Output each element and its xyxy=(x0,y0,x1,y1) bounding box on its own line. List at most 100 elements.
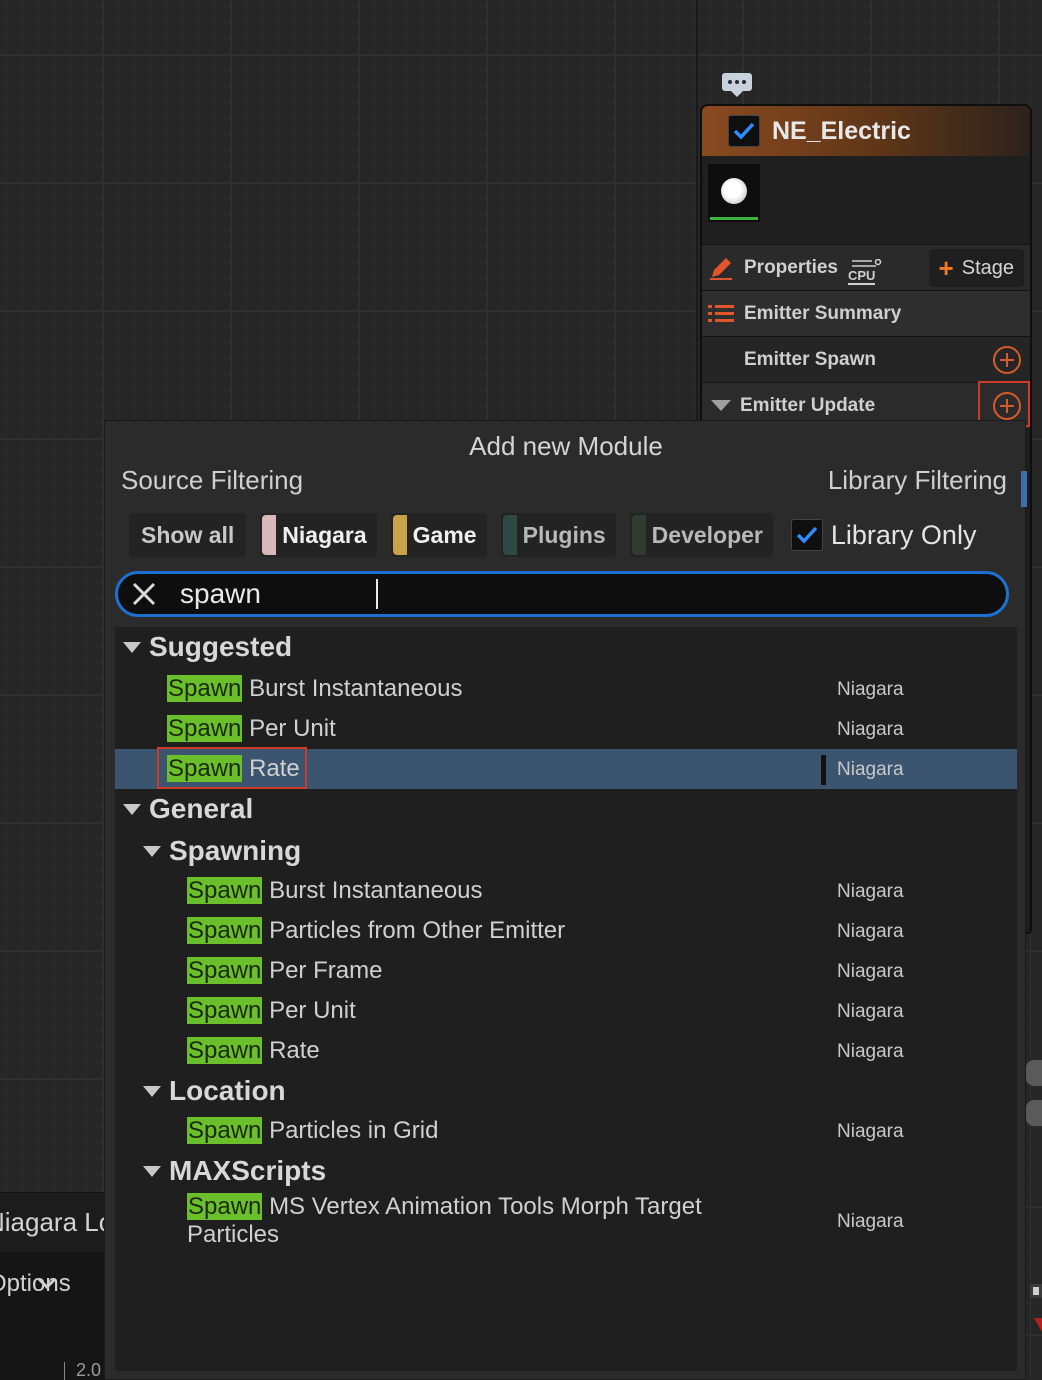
category-spawning[interactable]: Spawning xyxy=(143,831,301,871)
item-source: Niagara xyxy=(837,1121,904,1142)
clear-search-icon[interactable] xyxy=(118,581,170,607)
category-maxscripts-label: MAXScripts xyxy=(169,1155,327,1186)
properties-row[interactable]: Properties CPU + Stage xyxy=(702,244,1030,290)
list-item[interactable]: Spawn Per Unit Niagara xyxy=(115,709,1017,749)
module-list: Suggested Spawn Burst Instantaneous Niag… xyxy=(115,627,1017,1371)
search-input[interactable] xyxy=(180,578,880,610)
emitter-node-header[interactable]: NE_Electric xyxy=(702,106,1030,156)
library-only-toggle[interactable]: Library Only xyxy=(790,519,977,551)
item-source: Niagara xyxy=(837,1211,904,1232)
add-stage-button[interactable]: + Stage xyxy=(928,249,1024,287)
niagara-log-tab[interactable]: Niagara Log xyxy=(0,1192,110,1252)
item-source: Niagara xyxy=(837,881,904,902)
match-highlight: Spawn xyxy=(187,917,263,944)
list-item[interactable]: Spawn Per Frame Niagara xyxy=(115,951,1017,991)
emitter-thumbnail[interactable] xyxy=(708,164,760,222)
filter-game-label: Game xyxy=(412,521,477,548)
category-suggested-label: Suggested xyxy=(149,631,293,662)
match-highlight: Spawn xyxy=(187,1037,263,1064)
add-stage-label: Stage xyxy=(961,256,1014,279)
library-filtering-label: Library Filtering xyxy=(827,465,1007,495)
item-source: Niagara xyxy=(837,759,904,780)
category-location-label: Location xyxy=(169,1075,286,1106)
right-edge-red-marker xyxy=(1034,1318,1042,1332)
emitter-summary-row[interactable]: Emitter Summary xyxy=(702,290,1030,336)
emitter-summary-label: Emitter Summary xyxy=(744,302,902,324)
add-module-spawn-icon[interactable] xyxy=(992,345,1022,375)
right-edge-marker xyxy=(1030,1284,1042,1298)
add-module-popup: Add new Module Source Filtering Library … xyxy=(104,420,1027,1380)
timeline-tick xyxy=(64,1362,65,1380)
filter-show-all-label: Show all xyxy=(141,521,235,548)
item-name: Burst Instantaneous xyxy=(269,877,483,904)
category-location[interactable]: Location xyxy=(143,1071,286,1111)
popup-title: Add new Module xyxy=(469,431,663,461)
item-name: Burst Instantaneous xyxy=(249,675,463,702)
bottom-toolbar: Options 2.0 xyxy=(0,1252,110,1380)
source-divider xyxy=(821,755,826,785)
emitter-name: NE_Electric xyxy=(772,116,911,145)
comment-bubble-icon[interactable] xyxy=(721,72,753,98)
library-only-label: Library Only xyxy=(830,519,977,550)
filter-game-toggle[interactable]: Game xyxy=(390,513,487,557)
expand-triangle-icon xyxy=(143,1165,161,1177)
search-box[interactable] xyxy=(115,571,1009,617)
category-spawning-label: Spawning xyxy=(169,835,302,866)
category-general[interactable]: General xyxy=(123,789,253,829)
item-name: MS Vertex Animation Tools Morph Target P… xyxy=(187,1193,702,1248)
category-general-label: General xyxy=(149,793,254,824)
selection-highlight-box xyxy=(157,747,307,789)
match-highlight: Spawn xyxy=(167,675,243,702)
item-name: Per Unit xyxy=(249,715,336,742)
checkmark-icon xyxy=(796,526,818,544)
graph-divider xyxy=(696,0,698,420)
emitter-spawn-row[interactable]: Emitter Spawn xyxy=(702,336,1030,382)
list-item[interactable]: Spawn Burst Instantaneous Niagara xyxy=(115,871,1017,911)
list-item[interactable]: Spawn Burst Instantaneous Niagara xyxy=(115,669,1017,709)
filter-developer-swatch xyxy=(631,515,646,555)
filter-niagara-label: Niagara xyxy=(282,521,367,548)
filter-show-all-button[interactable]: Show all xyxy=(129,513,247,557)
category-maxscripts[interactable]: MAXScripts xyxy=(143,1151,326,1191)
pencil-icon xyxy=(706,255,736,281)
list-item-selected[interactable]: Spawn Rate Niagara xyxy=(115,747,1017,789)
filter-niagara-toggle[interactable]: Niagara xyxy=(260,513,377,557)
list-item[interactable]: Spawn Rate Niagara xyxy=(115,1031,1017,1071)
cpu-badge-label: CPU xyxy=(847,268,876,285)
expand-triangle-icon xyxy=(123,641,141,653)
filter-niagara-swatch xyxy=(262,515,277,555)
collapse-triangle-icon[interactable] xyxy=(710,399,732,413)
filter-plugins-toggle[interactable]: Plugins xyxy=(500,513,616,557)
chevron-down-icon xyxy=(37,1277,57,1290)
filter-developer-label: Developer xyxy=(651,521,763,548)
item-source: Niagara xyxy=(837,921,904,942)
cpu-sim-icon: CPU xyxy=(847,259,882,285)
emitter-update-label: Emitter Update xyxy=(740,394,876,416)
niagara-log-tab-label: Niagara Log xyxy=(0,1207,110,1237)
library-only-checkbox[interactable] xyxy=(790,519,823,551)
emitter-spawn-label: Emitter Spawn xyxy=(744,348,876,370)
expand-triangle-icon xyxy=(143,1085,161,1097)
list-item[interactable]: Spawn Per Unit Niagara xyxy=(115,991,1017,1031)
item-name: Per Frame xyxy=(269,957,383,984)
list-item[interactable]: Spawn Particles in Grid Niagara xyxy=(115,1111,1017,1151)
options-dropdown[interactable]: Options xyxy=(0,1270,83,1298)
scroll-accent xyxy=(1021,471,1027,507)
filter-game-swatch xyxy=(392,515,407,555)
right-edge-widgets xyxy=(1026,1060,1042,1140)
match-highlight: Spawn xyxy=(187,1117,263,1144)
filter-developer-toggle[interactable]: Developer xyxy=(629,513,773,557)
list-item[interactable]: Spawn MS Vertex Animation Tools Morph Ta… xyxy=(115,1193,1017,1257)
source-filtering-label: Source Filtering xyxy=(121,465,304,495)
source-filter-row: Show all Niagara Game Plugins Developer … xyxy=(129,513,976,557)
item-source: Niagara xyxy=(837,679,904,700)
item-source: Niagara xyxy=(837,961,904,982)
item-source: Niagara xyxy=(837,719,904,740)
list-item[interactable]: Spawn Particles from Other Emitter Niaga… xyxy=(115,911,1017,951)
category-suggested[interactable]: Suggested xyxy=(123,627,292,667)
emitter-enabled-checkbox[interactable] xyxy=(728,115,760,147)
match-highlight: Spawn xyxy=(187,997,263,1024)
timeline-tick-label: 2.0 xyxy=(76,1360,102,1380)
filter-plugins-swatch xyxy=(502,515,517,555)
item-name: Rate xyxy=(269,1037,320,1064)
